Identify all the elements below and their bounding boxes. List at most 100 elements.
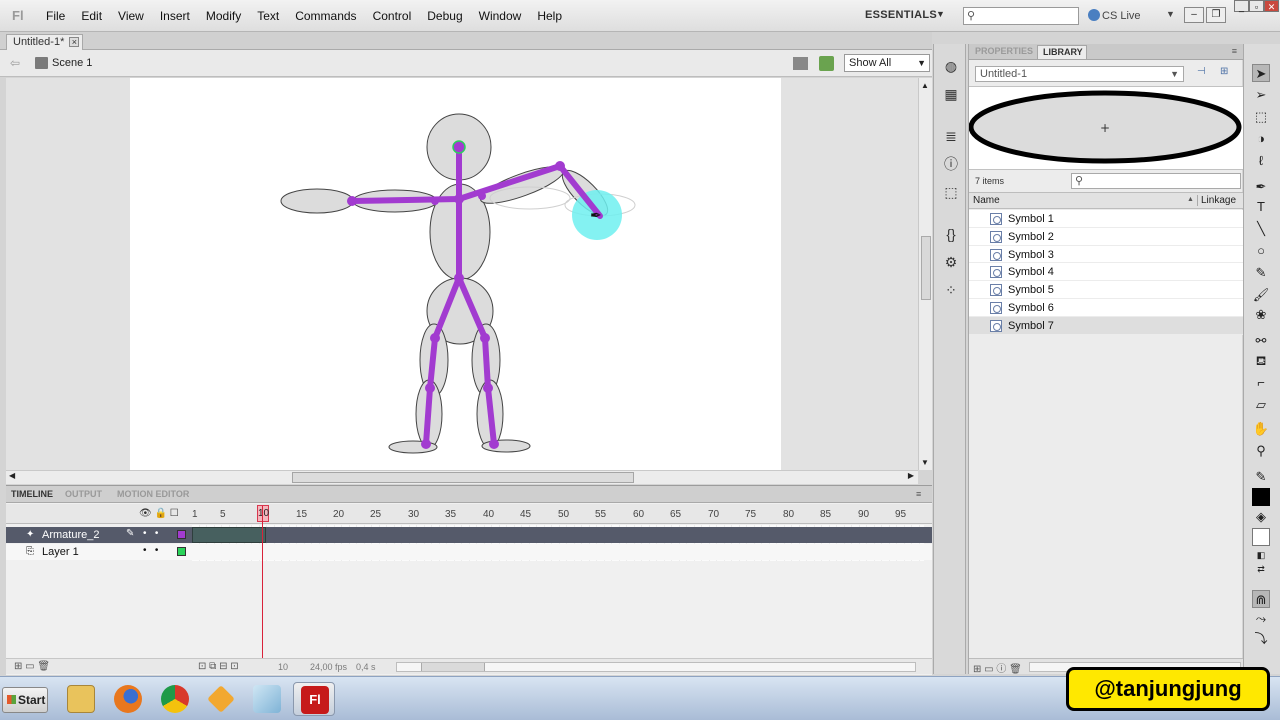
list-item-selected[interactable]: Symbol 7 [969, 316, 1243, 335]
tab-library[interactable]: LIBRARY [1037, 45, 1087, 59]
layer-buttons-icons[interactable]: ⊞ ▭ 🗑 [14, 661, 50, 672]
list-item[interactable]: Symbol 6 [969, 298, 1243, 317]
scene-breadcrumb[interactable]: Scene 1 [52, 57, 92, 69]
components-icon[interactable]: ⚙ [943, 254, 959, 270]
oval-tool-icon[interactable]: ○ [1252, 242, 1270, 260]
column-name[interactable]: Name [973, 195, 1000, 206]
restore-icon[interactable]: ▫ [1249, 0, 1264, 12]
selection-tool-icon[interactable]: ➤ [1252, 64, 1270, 82]
timeline-scrollbar[interactable] [396, 662, 916, 672]
help-search-input[interactable]: ⚲ [963, 7, 1079, 25]
list-item[interactable]: Symbol 4 [969, 263, 1243, 282]
brush-tool-icon[interactable]: 🖌 [1252, 286, 1270, 304]
layer-visibility-dots[interactable]: • • [143, 545, 158, 556]
code-snippets-icon[interactable]: {} [943, 226, 959, 242]
eyedropper-tool-icon[interactable]: ⌐ [1252, 374, 1270, 392]
stage[interactable]: ✒ [130, 78, 781, 470]
library-search-input[interactable]: ⚲ [1071, 173, 1241, 189]
pencil-tool-icon[interactable]: ✎ [1252, 264, 1270, 282]
list-item[interactable]: Symbol 3 [969, 245, 1243, 264]
sort-arrow-icon[interactable]: ▲ [1187, 196, 1194, 203]
swap-colors-icon[interactable]: ⇄ [1252, 560, 1270, 578]
layer-outline-color[interactable] [177, 530, 186, 539]
snap-to-objects-icon[interactable]: ⋒ [1252, 590, 1270, 608]
minimize-icon[interactable]: – [1184, 7, 1204, 23]
menu-edit[interactable]: Edit [81, 9, 110, 23]
zoom-tool-icon[interactable]: ⚲ [1252, 442, 1270, 460]
swatches-icon[interactable]: ◍ [943, 58, 959, 74]
menu-insert[interactable]: Insert [160, 9, 198, 23]
taskbar-explorer[interactable] [60, 682, 102, 716]
layer-visibility-dots[interactable]: • • [143, 528, 158, 539]
pin-library-icon[interactable]: ⊣ [1197, 66, 1206, 77]
frame-rate-value[interactable]: 24,00 fps [310, 662, 347, 672]
transform-icon[interactable]: ⬚ [943, 184, 959, 200]
onion-skin-icons[interactable]: ⊡ ⧉ ⊟ ⊡ [198, 661, 239, 672]
scroll-left-icon[interactable]: ◀ [9, 471, 15, 480]
workspace-switcher[interactable]: ESSENTIALS [865, 9, 937, 21]
menu-view[interactable]: View [118, 9, 152, 23]
restore-icon[interactable]: ❐ [1206, 7, 1226, 23]
layer-toggle-icons[interactable]: 👁 🔒 ☐ [139, 508, 179, 519]
info-icon[interactable]: ⓘ [943, 156, 959, 172]
cs-live-button[interactable]: CS Live [1088, 9, 1141, 22]
fill-color-swatch[interactable] [1252, 528, 1270, 546]
free-transform-tool-icon[interactable]: ⬚ [1252, 108, 1270, 126]
edit-scene-icon[interactable] [793, 57, 808, 70]
back-arrow-icon[interactable]: ⇦ [10, 56, 20, 70]
hand-tool-icon[interactable]: ✋ [1252, 420, 1270, 438]
pasteboard[interactable]: ✒ [6, 78, 918, 470]
layer-name[interactable]: Armature_2 [42, 529, 99, 541]
line-tool-icon[interactable]: ╲ [1252, 220, 1270, 238]
menu-text[interactable]: Text [257, 9, 287, 23]
zoom-select[interactable]: Show All ▼ [844, 54, 930, 72]
menu-debug[interactable]: Debug [427, 9, 470, 23]
new-library-panel-icon[interactable]: ⊞ [1220, 66, 1228, 77]
tab-timeline[interactable]: TIMELINE [11, 489, 53, 499]
menu-modify[interactable]: Modify [206, 9, 249, 23]
menu-control[interactable]: Control [373, 9, 420, 23]
menu-file[interactable]: File [46, 9, 73, 23]
layer-row-layer1[interactable]: ⎘ Layer 1 • • [6, 544, 932, 560]
fill-color-icon[interactable]: ◈ [1252, 508, 1270, 526]
text-tool-icon[interactable]: T [1252, 198, 1270, 216]
chevron-down-icon[interactable]: ▼ [936, 9, 945, 19]
scroll-down-icon[interactable]: ▼ [921, 458, 929, 467]
scrollbar-thumb[interactable] [921, 236, 931, 300]
tab-motion-editor[interactable]: MOTION EDITOR [117, 489, 189, 499]
minimize-icon[interactable]: _ [1234, 0, 1249, 12]
stage-vertical-scrollbar[interactable]: ▲ ▼ [918, 78, 932, 470]
straighten-icon[interactable]: ⤵ [1252, 630, 1270, 648]
taskbar-flash[interactable]: Fl [293, 682, 335, 716]
playhead[interactable]: 10 [257, 505, 269, 522]
body-part-right-foot[interactable] [481, 439, 531, 453]
taskbar-chrome[interactable] [154, 682, 196, 716]
subselection-tool-icon[interactable]: ➢ [1252, 86, 1270, 104]
chevron-down-icon[interactable]: ▼ [1166, 9, 1175, 19]
menu-commands[interactable]: Commands [295, 9, 364, 23]
bone-tool-icon[interactable]: ⚯ [1252, 332, 1270, 350]
stage-horizontal-scrollbar[interactable]: ◀ ▶ [6, 470, 918, 484]
start-button[interactable]: Start [2, 687, 48, 713]
list-item[interactable]: Symbol 5 [969, 281, 1243, 299]
taskbar-firefox[interactable] [107, 682, 149, 716]
3d-rotation-tool-icon[interactable]: ◑ [1252, 130, 1270, 148]
menu-window[interactable]: Window [479, 9, 530, 23]
menu-help[interactable]: Help [537, 9, 570, 23]
layer-name[interactable]: Layer 1 [42, 546, 79, 558]
stroke-color-swatch[interactable] [1252, 488, 1270, 506]
close-icon[interactable]: ✕ [1264, 0, 1279, 12]
taskbar-app-4[interactable] [200, 682, 242, 716]
lasso-tool-icon[interactable]: ℓ [1252, 152, 1270, 170]
close-icon[interactable]: × [69, 37, 80, 47]
align-icon[interactable]: ≣ [943, 128, 959, 144]
layer-outline-color[interactable] [177, 547, 186, 556]
scrollbar-thumb[interactable] [421, 663, 485, 671]
list-item[interactable]: Symbol 2 [969, 227, 1243, 246]
column-linkage[interactable]: Linkage [1197, 195, 1236, 206]
layer-row-armature[interactable]: ✦ Armature_2 ✎ • • [6, 527, 932, 543]
document-tab[interactable]: Untitled-1* × [6, 34, 84, 50]
list-item[interactable]: Symbol 1 [969, 210, 1243, 228]
scroll-right-icon[interactable]: ▶ [908, 471, 914, 480]
stroke-color-icon[interactable]: ✎ [1252, 468, 1270, 486]
